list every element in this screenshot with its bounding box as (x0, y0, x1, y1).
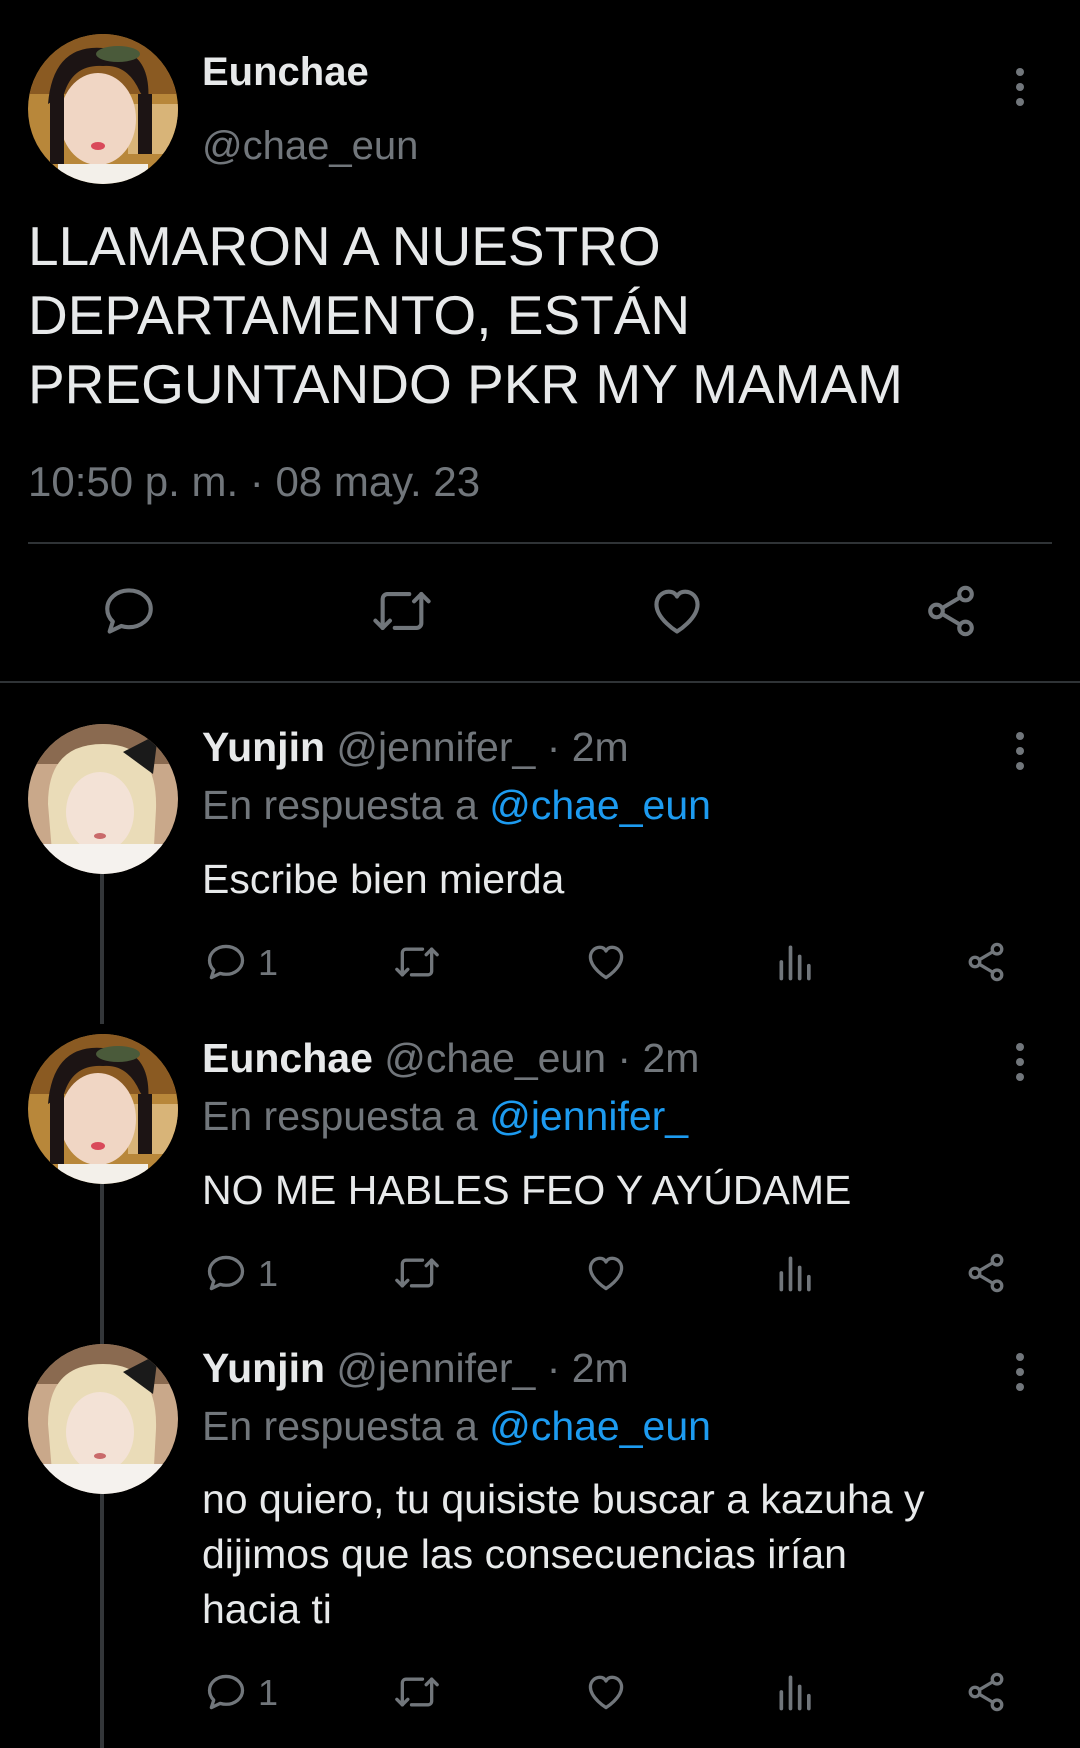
reply-text-line: dijimos que las consecuencias irían (202, 1531, 847, 1577)
views-icon[interactable] (774, 1670, 818, 1714)
retweet-icon[interactable] (370, 582, 434, 640)
avatar-yunjin[interactable] (28, 724, 178, 874)
share-icon[interactable] (922, 582, 980, 640)
reply-header: Eunchae @chae_eun · 2m (202, 1035, 699, 1082)
thread-line (100, 874, 104, 1024)
reply-text: no quiero, tu quisiste buscar a kazuha y… (202, 1472, 925, 1637)
share-icon[interactable] (964, 1670, 1008, 1714)
heart-icon[interactable] (584, 1251, 628, 1295)
reply-to-link[interactable]: @chae_eun (489, 782, 711, 828)
reply-context: En respuesta a @chae_eun (202, 782, 711, 829)
more-options-icon[interactable] (1014, 1043, 1026, 1088)
more-options-icon[interactable] (1014, 1353, 1026, 1398)
heart-icon[interactable] (648, 582, 706, 640)
views-icon[interactable] (774, 1251, 818, 1295)
main-tweet-line: LLAMARON A NUESTRO (28, 215, 661, 277)
thread-line (100, 1494, 104, 1748)
main-tweet-text: LLAMARON A NUESTRO DEPARTAMENTO, ESTÁN P… (28, 212, 903, 419)
heart-icon[interactable] (584, 940, 628, 984)
retweet-icon[interactable] (393, 1670, 441, 1714)
reply-count: 1 (258, 942, 279, 983)
reply-prefix: En respuesta a (202, 1403, 478, 1449)
reply-author-meta[interactable]: @chae_eun · 2m (384, 1035, 699, 1081)
avatar-eunchae[interactable] (28, 34, 178, 184)
main-tweet-line: DEPARTAMENTO, ESTÁN (28, 284, 691, 346)
main-tweet-timestamp[interactable]: 10:50 p. m. · 08 may. 23 (28, 458, 480, 506)
reply-to-link[interactable]: @chae_eun (489, 1403, 711, 1449)
avatar-yunjin[interactable] (28, 1344, 178, 1494)
more-options-icon[interactable] (1014, 732, 1026, 777)
reply-text-line: hacia ti (202, 1586, 332, 1632)
reply-author-name[interactable]: Yunjin (202, 1345, 325, 1391)
retweet-icon[interactable] (393, 1251, 441, 1295)
reply-text: Escribe bien mierda (202, 852, 564, 907)
main-author-handle[interactable]: @chae_eun (202, 124, 418, 169)
reply-header: Yunjin @jennifer_ · 2m (202, 724, 629, 771)
reply-header: Yunjin @jennifer_ · 2m (202, 1345, 629, 1392)
section-divider (0, 681, 1080, 683)
reply-text-line: no quiero, tu quisiste buscar a kazuha y (202, 1476, 925, 1522)
reply-icon[interactable] (204, 940, 248, 984)
reply-icon[interactable] (204, 1251, 248, 1295)
views-icon[interactable] (774, 940, 818, 984)
share-icon[interactable] (964, 1251, 1008, 1295)
reply-to-link[interactable]: @jennifer_ (489, 1093, 688, 1139)
reply-count: 1 (258, 1672, 279, 1713)
reply-icon[interactable] (100, 582, 158, 640)
retweet-icon[interactable] (393, 940, 441, 984)
divider (28, 542, 1052, 544)
main-tweet-line: PREGUNTANDO PKR MY MAMAM (28, 353, 903, 415)
reply-count: 1 (258, 1253, 279, 1294)
reply-context: En respuesta a @chae_eun (202, 1403, 711, 1450)
reply-prefix: En respuesta a (202, 782, 478, 828)
reply-icon[interactable] (204, 1670, 248, 1714)
reply-text-line: Escribe bien mierda (202, 856, 565, 902)
reply-text-line: NO ME HABLES FEO Y AYÚDAME (202, 1167, 852, 1213)
reply-text: NO ME HABLES FEO Y AYÚDAME (202, 1163, 851, 1218)
reply-prefix: En respuesta a (202, 1093, 478, 1139)
thread-line (100, 1184, 104, 1346)
reply-context: En respuesta a @jennifer_ (202, 1093, 688, 1140)
heart-icon[interactable] (584, 1670, 628, 1714)
reply-author-name[interactable]: Eunchae (202, 1035, 373, 1081)
main-author-name[interactable]: Eunchae (202, 50, 369, 95)
reply-author-meta[interactable]: @jennifer_ · 2m (336, 1345, 628, 1391)
reply-author-name[interactable]: Yunjin (202, 724, 325, 770)
share-icon[interactable] (964, 940, 1008, 984)
reply-author-meta[interactable]: @jennifer_ · 2m (336, 724, 628, 770)
more-options-icon[interactable] (1014, 68, 1026, 113)
avatar-eunchae[interactable] (28, 1034, 178, 1184)
